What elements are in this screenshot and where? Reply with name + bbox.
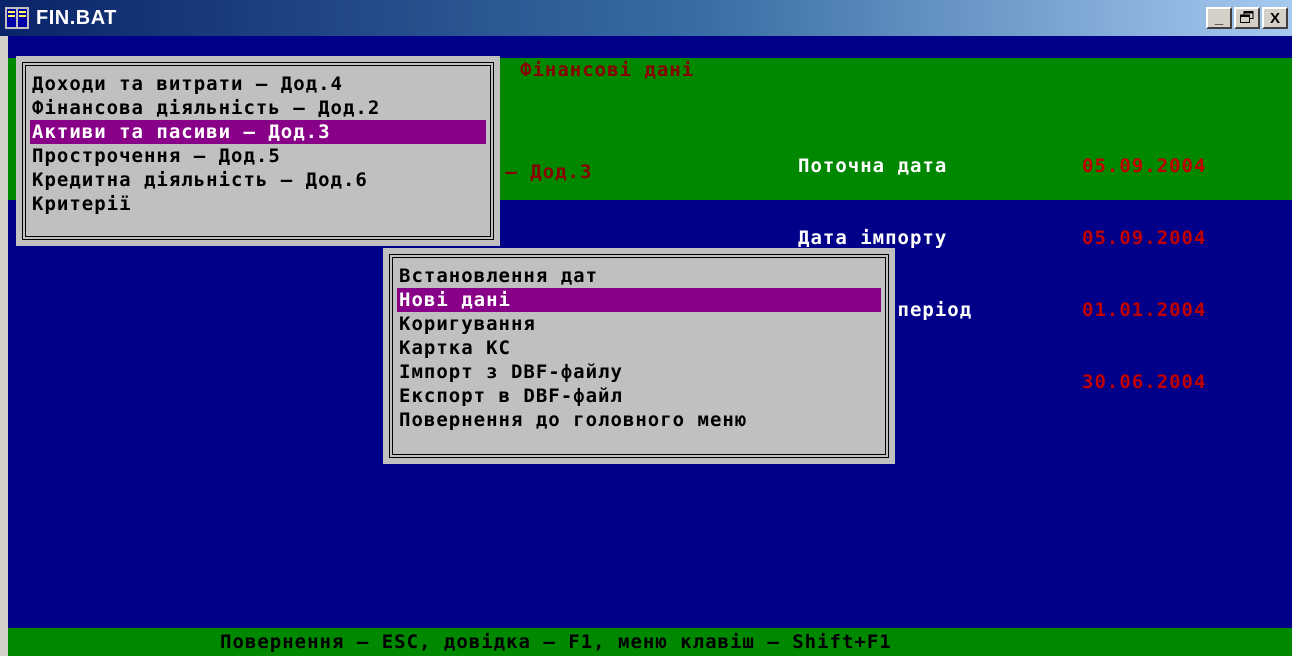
import-date-value: 05.09.2004: [1082, 227, 1207, 249]
console-screen: Фінансові дані ви – Дод.3 Поточна дата Д…: [8, 36, 1292, 656]
menu-item-overdue[interactable]: Прострочення – Дод.5: [30, 144, 486, 168]
console-window-icon[interactable]: [4, 5, 30, 31]
window-controls: _ X: [1206, 7, 1288, 29]
menu-item-credit-activity[interactable]: Кредитна діяльність – Дод.6: [30, 168, 486, 192]
menu-item-set-dates[interactable]: Встановлення дат: [397, 264, 881, 288]
menu-item-criteria[interactable]: Критерії: [30, 192, 486, 216]
menu-item-import-dbf[interactable]: Імпорт з DBF-файлу: [397, 360, 881, 384]
sub-menu-frame: Встановлення дат Нові дані Коригування К…: [389, 254, 889, 458]
import-date-label: Дата імпорту: [798, 227, 948, 249]
sub-menu: Встановлення дат Нові дані Коригування К…: [383, 248, 895, 464]
menu-item-financial-activity[interactable]: Фінансова діяльність – Дод.2: [30, 96, 486, 120]
status-bar: Повернення – ESC, довідка – F1, меню кла…: [8, 628, 1292, 656]
menu-item-income-expenses[interactable]: Доходи та витрати – Дод.4: [30, 72, 486, 96]
report-period-end: 30.06.2004: [1082, 371, 1207, 393]
main-menu: Доходи та витрати – Дод.4 Фінансова діял…: [16, 56, 500, 246]
close-icon: X: [1269, 9, 1280, 27]
menu-item-card-ks[interactable]: Картка КС: [397, 336, 881, 360]
menu-item-return-main[interactable]: Повернення до головного меню: [397, 408, 881, 432]
close-button[interactable]: X: [1262, 7, 1288, 29]
menu-item-export-dbf[interactable]: Експорт в DBF-файл: [397, 384, 881, 408]
maximize-button[interactable]: [1234, 7, 1260, 29]
page-title: Фінансові дані: [520, 59, 695, 81]
window-title: FIN.BAT: [36, 6, 117, 29]
minimize-button[interactable]: _: [1206, 7, 1232, 29]
current-date-value: 05.09.2004: [1082, 155, 1207, 177]
menu-item-new-data[interactable]: Нові дані: [397, 288, 881, 312]
report-period-start: 01.01.2004: [1082, 299, 1207, 321]
restore-icon: [1240, 10, 1254, 27]
menu-item-correction[interactable]: Коригування: [397, 312, 881, 336]
info-values: 05.09.2004 05.09.2004 01.01.2004 30.06.2…: [1082, 106, 1206, 442]
main-menu-frame: Доходи та витрати – Дод.4 Фінансова діял…: [22, 62, 494, 240]
window-title-bar[interactable]: FIN.BAT _ X: [0, 0, 1292, 36]
status-hint: Повернення – ESC, довідка – F1, меню кла…: [220, 631, 892, 653]
current-date-label: Поточна дата: [798, 155, 948, 177]
minimize-icon: _: [1214, 9, 1224, 27]
menu-item-assets-liabilities[interactable]: Активи та пасиви – Дод.3: [30, 120, 486, 144]
